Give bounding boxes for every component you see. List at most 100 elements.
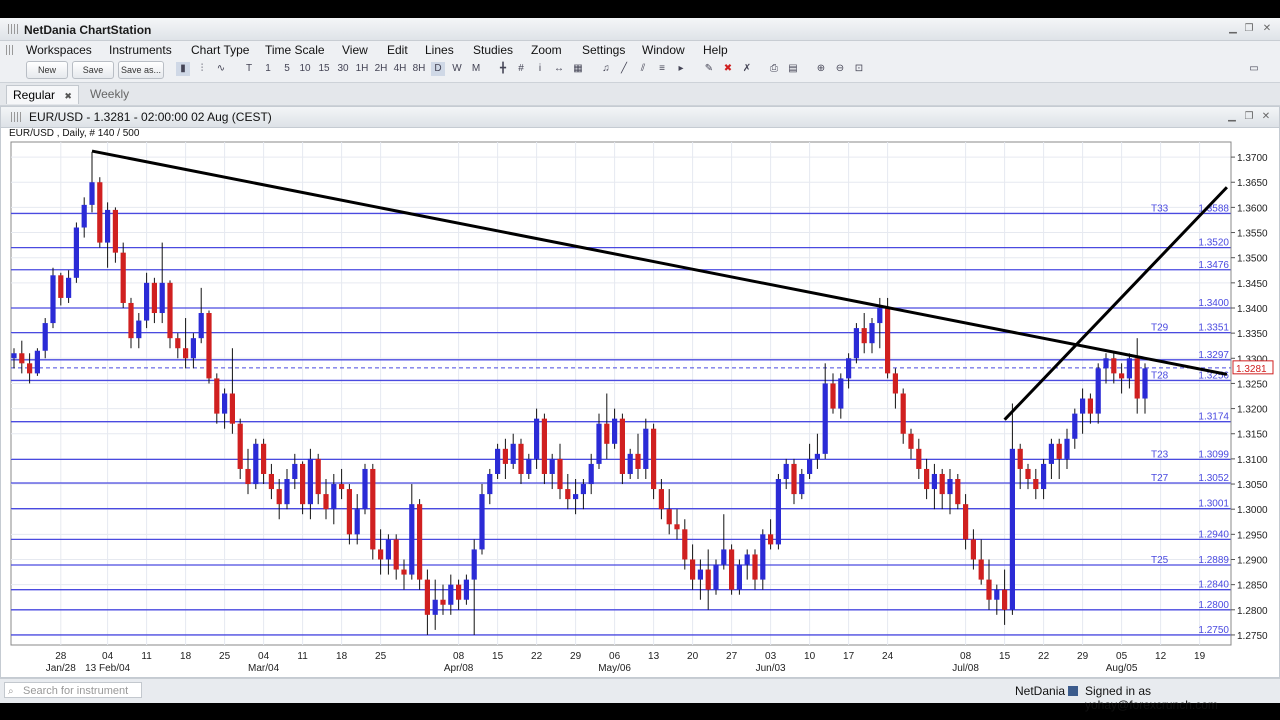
candle bbox=[167, 280, 173, 349]
workspace-tabs: Regular ✖ Weekly bbox=[0, 82, 1280, 106]
bell-icon[interactable]: ♫ bbox=[599, 62, 613, 76]
tick-timescale[interactable]: T bbox=[242, 62, 256, 76]
x-tick-label: 03 bbox=[765, 651, 777, 662]
channel-icon[interactable]: ⫽ bbox=[636, 62, 650, 76]
grid-icon[interactable]: # bbox=[514, 62, 528, 76]
candle-body bbox=[424, 579, 430, 615]
print-icon[interactable]: ⎙ bbox=[767, 62, 781, 76]
title-bar: NetDania ChartStation ▁ ❐ ✕ bbox=[0, 18, 1280, 41]
delete-icon[interactable]: ✖ bbox=[721, 62, 735, 76]
2h-timescale[interactable]: 2H bbox=[374, 62, 388, 76]
menu-studies[interactable]: Studies bbox=[473, 43, 513, 57]
zoom-reset-icon[interactable]: ⊡ bbox=[852, 62, 866, 76]
candle-body bbox=[292, 463, 298, 480]
x-tick-label: 11 bbox=[141, 651, 152, 662]
candle-body bbox=[1087, 398, 1093, 414]
daily-timescale[interactable]: D bbox=[431, 62, 445, 76]
layout-icon[interactable]: ▭ bbox=[1247, 62, 1261, 76]
tab-weekly[interactable]: Weekly bbox=[84, 85, 135, 103]
menu-settings[interactable]: Settings bbox=[582, 43, 625, 57]
candle bbox=[853, 323, 859, 364]
table-icon[interactable]: ▦ bbox=[571, 62, 585, 76]
1min-timescale[interactable]: 1 bbox=[261, 62, 275, 76]
candle-body bbox=[495, 448, 501, 474]
y-tick-label: 1.3000 bbox=[1237, 505, 1268, 516]
menu-instruments[interactable]: Instruments bbox=[109, 43, 172, 57]
level-tag: T29 bbox=[1151, 323, 1169, 334]
instrument-info: EUR/USD , Daily, # 140 / 500 bbox=[9, 128, 140, 139]
line-chart-icon[interactable]: ∿ bbox=[214, 62, 228, 76]
new-button[interactable]: New bbox=[26, 61, 68, 79]
close-tab-icon[interactable]: ✖ bbox=[64, 91, 72, 101]
app-title: NetDania ChartStation bbox=[24, 23, 152, 37]
bar-chart-icon[interactable]: ⫶ bbox=[195, 62, 209, 76]
candle bbox=[34, 348, 40, 376]
candle-body bbox=[596, 423, 602, 464]
export-icon[interactable]: ▤ bbox=[786, 62, 800, 76]
chart-maximize-icon[interactable]: ❐ bbox=[1242, 111, 1256, 123]
x-tick-label: 10 bbox=[804, 651, 816, 662]
menu-zoom[interactable]: Zoom bbox=[531, 43, 562, 57]
level-tag: T33 bbox=[1151, 203, 1169, 214]
level-label: 1.2750 bbox=[1198, 625, 1229, 636]
candle-body bbox=[963, 504, 969, 540]
trendline-icon[interactable]: ╱ bbox=[617, 62, 631, 76]
x-tick-label: 18 bbox=[180, 651, 192, 662]
arrow-icon[interactable]: ▸ bbox=[674, 62, 688, 76]
candle-body bbox=[1025, 468, 1031, 480]
candle-body bbox=[588, 463, 594, 485]
1h-timescale[interactable]: 1H bbox=[355, 62, 369, 76]
menu-workspaces[interactable]: Workspaces bbox=[26, 43, 92, 57]
candle-chart-icon[interactable]: ▮ bbox=[176, 62, 190, 76]
candle-body bbox=[159, 282, 165, 314]
menu-lines[interactable]: Lines bbox=[425, 43, 454, 57]
crosshair-icon[interactable]: ╋ bbox=[496, 62, 510, 76]
minimize-icon[interactable]: ▁ bbox=[1226, 23, 1240, 35]
candle-body bbox=[510, 443, 516, 464]
candle-body bbox=[1017, 448, 1023, 469]
save-as-button[interactable]: Save as... bbox=[118, 61, 164, 79]
level-label: 1.3297 bbox=[1198, 350, 1229, 361]
close-icon[interactable]: ✕ bbox=[1260, 23, 1274, 35]
y-tick-label: 1.3200 bbox=[1237, 405, 1268, 416]
menu-help[interactable]: Help bbox=[703, 43, 728, 57]
maximize-icon[interactable]: ❐ bbox=[1242, 23, 1256, 35]
x-tick-label: 17 bbox=[843, 651, 855, 662]
fibonacci-icon[interactable]: ≡ bbox=[655, 62, 669, 76]
8h-timescale[interactable]: 8H bbox=[412, 62, 426, 76]
candle-body bbox=[393, 539, 399, 570]
candle-body bbox=[651, 428, 657, 490]
candle-body bbox=[487, 473, 493, 495]
weekly-timescale[interactable]: W bbox=[450, 62, 464, 76]
15min-timescale[interactable]: 15 bbox=[317, 62, 331, 76]
chart-close-icon[interactable]: ✕ bbox=[1259, 111, 1273, 123]
menu-view[interactable]: View bbox=[342, 43, 368, 57]
menu-edit[interactable]: Edit bbox=[387, 43, 408, 57]
menu-chart-type[interactable]: Chart Type bbox=[191, 43, 249, 57]
zoom-out-icon[interactable]: ⊖ bbox=[833, 62, 847, 76]
4h-timescale[interactable]: 4H bbox=[393, 62, 407, 76]
10min-timescale[interactable]: 10 bbox=[298, 62, 312, 76]
candlestick-chart[interactable]: 1.3588T331.35201.34761.34001.3351T291.32… bbox=[1, 140, 1279, 678]
chart-minimize-icon[interactable]: ▁ bbox=[1225, 111, 1239, 123]
zoom-in-icon[interactable]: ⊕ bbox=[814, 62, 828, 76]
candle-body bbox=[276, 489, 282, 505]
scroll-icon[interactable]: ↔ bbox=[552, 62, 566, 76]
candle-body bbox=[362, 468, 368, 510]
candle-body bbox=[658, 489, 664, 510]
menu-time-scale[interactable]: Time Scale bbox=[265, 43, 325, 57]
info-icon[interactable]: i bbox=[533, 62, 547, 76]
candle-body bbox=[760, 534, 766, 580]
search-input[interactable]: Search for instrument bbox=[4, 682, 142, 698]
candle bbox=[775, 473, 781, 550]
candle-body bbox=[448, 584, 454, 605]
pencil-icon[interactable]: ✎ bbox=[702, 62, 716, 76]
delete-all-icon[interactable]: ✗ bbox=[740, 62, 754, 76]
monthly-timescale[interactable]: M bbox=[469, 62, 483, 76]
x-tick-label: 11 bbox=[297, 651, 308, 662]
menu-window[interactable]: Window bbox=[642, 43, 685, 57]
save-button[interactable]: Save bbox=[72, 61, 114, 79]
tab-regular[interactable]: Regular ✖ bbox=[6, 85, 79, 104]
5min-timescale[interactable]: 5 bbox=[280, 62, 294, 76]
30min-timescale[interactable]: 30 bbox=[336, 62, 350, 76]
